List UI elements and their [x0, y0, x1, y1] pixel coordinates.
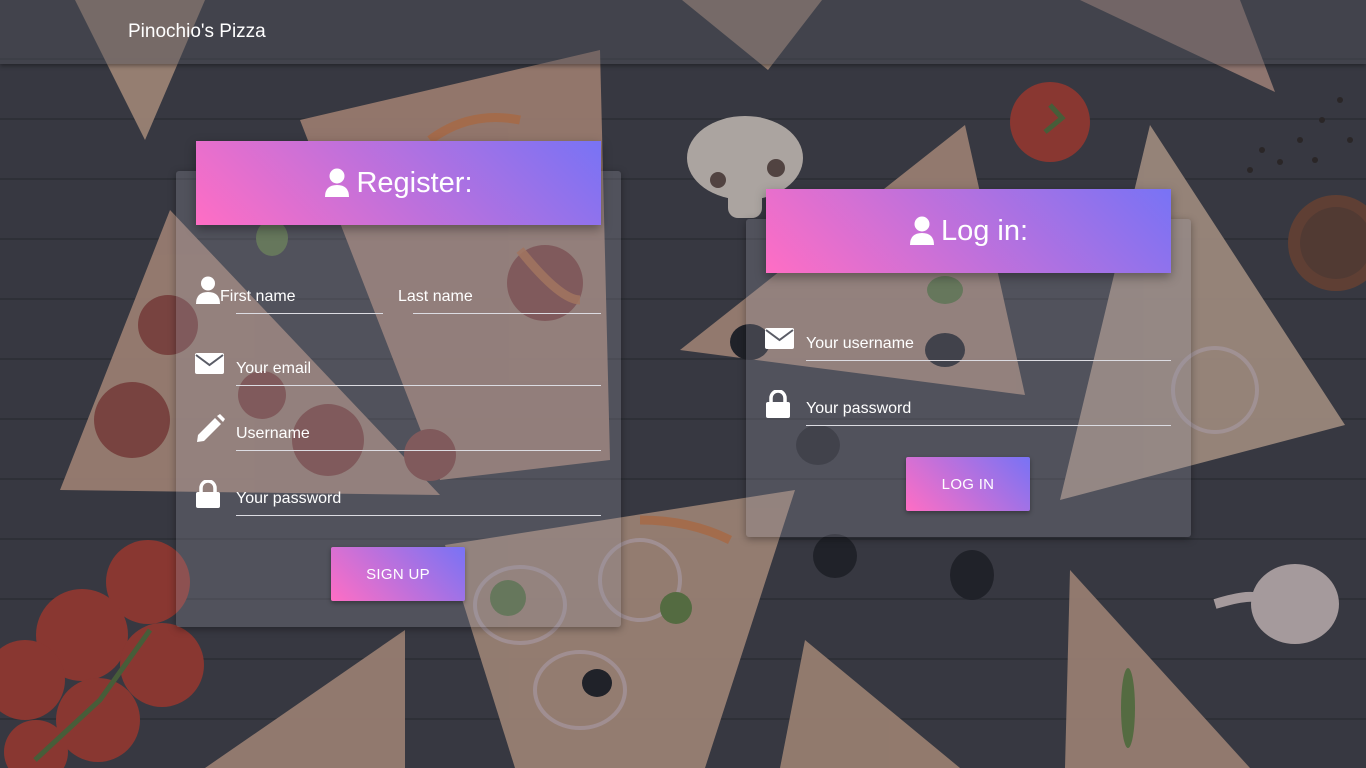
- envelope-icon: [195, 353, 224, 374]
- first-name-underline: [236, 313, 383, 314]
- envelope-icon: [765, 328, 794, 349]
- sign-up-button[interactable]: SIGN UP: [331, 547, 465, 601]
- register-title: Register:: [356, 166, 473, 199]
- login-username-field[interactable]: Your username: [806, 331, 1171, 361]
- register-username-underline: [236, 450, 601, 451]
- register-username-label: Username: [236, 425, 310, 442]
- navbar: Pinochio's Pizza: [0, 0, 1366, 64]
- register-email-underline: [236, 385, 601, 386]
- login-header: Log in:: [766, 189, 1171, 273]
- login-password-field[interactable]: Your password: [806, 396, 1171, 426]
- register-username-field[interactable]: Username: [236, 421, 601, 451]
- login-username-underline: [806, 360, 1171, 361]
- last-name-underline: [413, 313, 601, 314]
- last-name-field[interactable]: Last name: [398, 284, 601, 314]
- login-title: Log in:: [940, 214, 1029, 247]
- login-password-underline: [806, 425, 1171, 426]
- brand-link[interactable]: Pinochio's Pizza: [128, 21, 266, 43]
- first-name-label: First name: [220, 288, 296, 305]
- register-password-label: Your password: [236, 490, 342, 507]
- register-password-underline: [236, 515, 601, 516]
- register-password-field[interactable]: Your password: [236, 486, 601, 516]
- first-name-field[interactable]: First name: [220, 284, 383, 314]
- register-email-label: Your email: [236, 360, 312, 377]
- lock-icon: [766, 390, 790, 418]
- register-header: Register:: [196, 141, 601, 225]
- register-email-field[interactable]: Your email: [236, 356, 601, 386]
- login-username-label: Your username: [806, 335, 914, 352]
- pencil-icon: [197, 414, 225, 442]
- login-password-label: Your password: [806, 400, 912, 417]
- log-in-button[interactable]: LOG IN: [906, 457, 1030, 511]
- user-icon: [196, 276, 220, 304]
- user-icon: [325, 168, 350, 197]
- user-icon: [909, 216, 934, 245]
- lock-icon: [196, 480, 220, 508]
- last-name-label: Last name: [398, 288, 473, 305]
